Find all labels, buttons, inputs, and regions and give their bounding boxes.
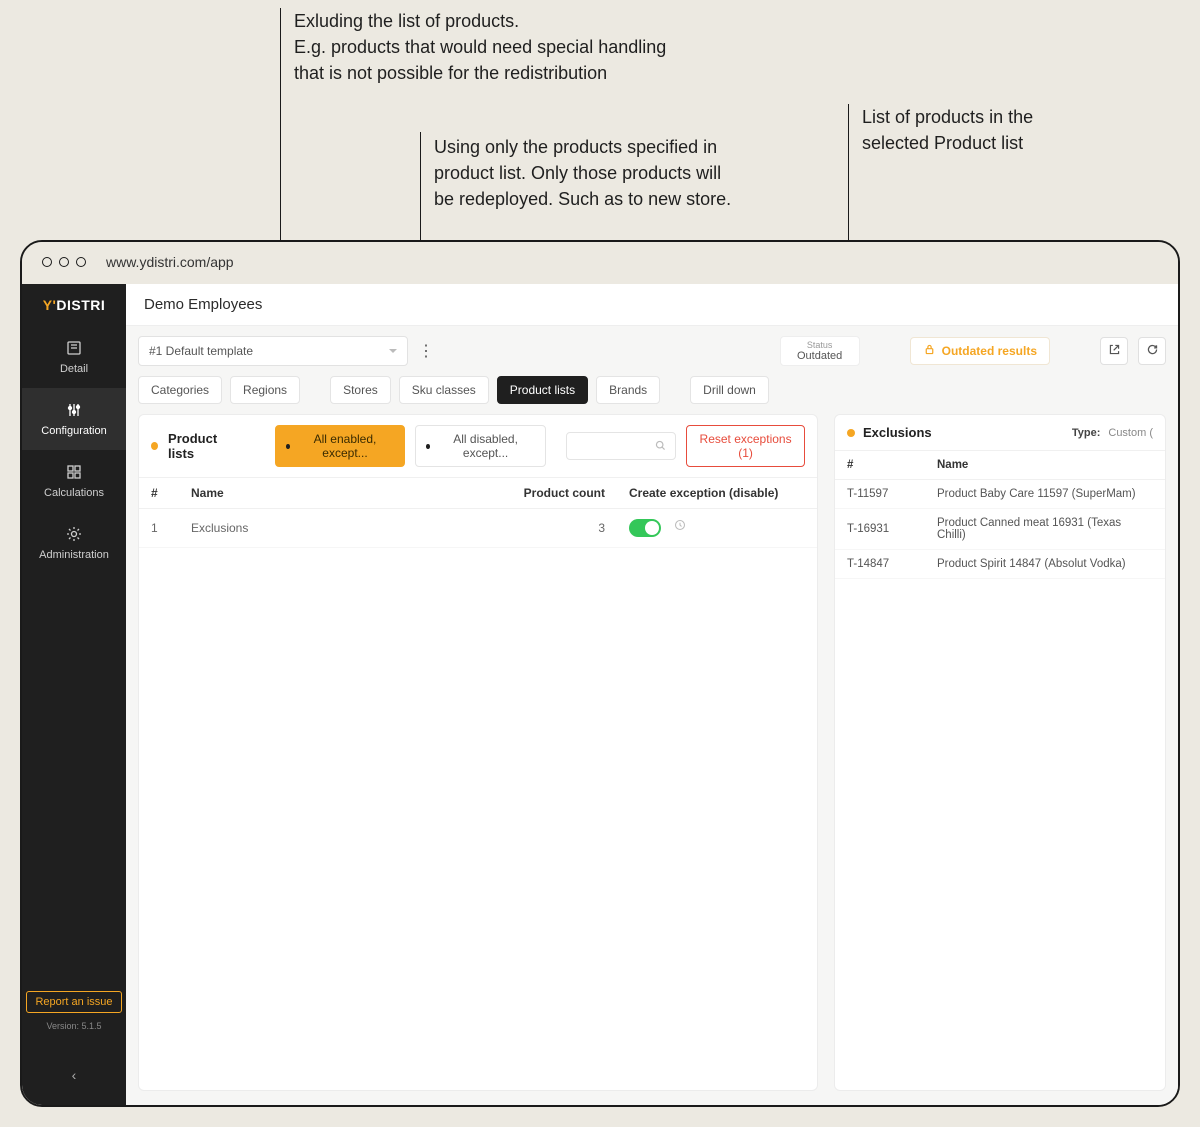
nav-label: Administration: [39, 549, 109, 561]
row-id: T-16931: [835, 509, 925, 550]
browser-frame: www.ydistri.com/app Y'DISTRI Detail C: [20, 240, 1180, 1107]
detail-icon: [65, 339, 83, 357]
row-name: Product Canned meat 16931 (Texas Chilli): [925, 509, 1165, 550]
lock-icon: [923, 343, 936, 359]
panel-indicator-dot: [847, 429, 855, 437]
panel-title: Product lists: [168, 431, 237, 461]
panel-title: Exclusions: [863, 425, 932, 440]
col-index: #: [139, 478, 179, 509]
bullet-icon: [286, 444, 290, 449]
tab-product-lists[interactable]: Product lists: [497, 376, 588, 404]
row-name: Exclusions: [179, 509, 507, 548]
table-row[interactable]: T-16931 Product Canned meat 16931 (Texas…: [835, 509, 1165, 550]
refresh-icon: [1146, 343, 1159, 359]
col-name: Name: [925, 451, 1165, 480]
outdated-results-pill[interactable]: Outdated results: [910, 337, 1050, 365]
search-icon: [654, 439, 667, 455]
row-index: 1: [139, 509, 179, 548]
status-value: Outdated: [795, 350, 845, 362]
address-bar[interactable]: www.ydistri.com/app: [106, 254, 234, 270]
tab-brands[interactable]: Brands: [596, 376, 660, 404]
col-count: Product count: [507, 478, 617, 509]
brand-logo: Y'DISTRI: [22, 284, 126, 326]
nav-label: Detail: [60, 363, 88, 375]
tab-drill-down[interactable]: Drill down: [690, 376, 769, 404]
col-name: Name: [179, 478, 507, 509]
table-row[interactable]: T-14847 Product Spirit 14847 (Absolut Vo…: [835, 550, 1165, 579]
type-label: Type:: [1072, 427, 1101, 439]
template-value: #1 Default template: [149, 344, 253, 358]
reset-exceptions-button[interactable]: Reset exceptions (1): [686, 425, 805, 467]
chevron-left-icon: ‹: [72, 1067, 77, 1083]
template-select[interactable]: #1 Default template: [138, 336, 408, 366]
collapse-sidebar-button[interactable]: ‹: [22, 1057, 126, 1093]
callout-c: List of products in the selected Product…: [862, 104, 1122, 156]
mode-all-disabled-button[interactable]: All disabled, except...: [415, 425, 546, 467]
col-exception: Create exception (disable): [617, 478, 817, 509]
bullet-icon: [426, 444, 430, 449]
row-id: T-11597: [835, 480, 925, 509]
table-row[interactable]: 1 Exclusions 3: [139, 509, 817, 548]
nav-configuration[interactable]: Configuration: [22, 388, 126, 450]
panel-indicator-dot: [151, 442, 158, 450]
kebab-menu[interactable]: ⋮: [418, 341, 434, 361]
tab-stores[interactable]: Stores: [330, 376, 391, 404]
header: Demo Employees: [126, 284, 1178, 326]
search-input[interactable]: [566, 432, 676, 460]
exception-toggle[interactable]: [629, 519, 661, 537]
nav-calculations[interactable]: Calculations: [22, 450, 126, 512]
history-icon[interactable]: [674, 520, 686, 534]
refresh-button[interactable]: [1138, 337, 1166, 365]
report-issue-button[interactable]: Report an issue: [26, 991, 121, 1013]
mode-disabled-label: All disabled, except...: [436, 432, 535, 460]
type-value: Custom (: [1108, 427, 1153, 439]
external-link-icon: [1108, 343, 1121, 359]
mode-all-enabled-button[interactable]: All enabled, except...: [275, 425, 405, 467]
tab-regions[interactable]: Regions: [230, 376, 300, 404]
nav-administration[interactable]: Administration: [22, 512, 126, 574]
nav-label: Configuration: [41, 425, 106, 437]
traffic-lights: [42, 257, 86, 267]
open-external-button[interactable]: [1100, 337, 1128, 365]
exclusions-panel: Exclusions Type: Custom ( # Name: [834, 414, 1166, 1091]
callout-a: Exluding the list of products. E.g. prod…: [294, 8, 734, 86]
mode-enabled-label: All enabled, except...: [296, 432, 393, 460]
page-title: Demo Employees: [144, 296, 262, 313]
gear-icon: [65, 525, 83, 543]
row-count: 3: [507, 509, 617, 548]
status-box: Status Outdated: [780, 336, 860, 366]
row-name: Product Spirit 14847 (Absolut Vodka): [925, 550, 1165, 579]
nav-label: Calculations: [44, 487, 104, 499]
tab-categories[interactable]: Categories: [138, 376, 222, 404]
browser-toolbar: www.ydistri.com/app: [22, 242, 1178, 282]
product-lists-panel: Product lists All enabled, except... All…: [138, 414, 818, 1091]
outdated-label: Outdated results: [942, 344, 1037, 358]
sidebar: Y'DISTRI Detail Configuration: [22, 284, 126, 1105]
row-name: Product Baby Care 11597 (SuperMam): [925, 480, 1165, 509]
exclusions-table: # Name T-11597 Product Baby Care 11597 (…: [835, 451, 1165, 579]
table-row[interactable]: T-11597 Product Baby Care 11597 (SuperMa…: [835, 480, 1165, 509]
product-lists-table: # Name Product count Create exception (d…: [139, 478, 817, 548]
tab-sku-classes[interactable]: Sku classes: [399, 376, 489, 404]
grid-icon: [65, 463, 83, 481]
col-index: #: [835, 451, 925, 480]
nav-detail[interactable]: Detail: [22, 326, 126, 388]
row-id: T-14847: [835, 550, 925, 579]
status-label: Status: [795, 340, 845, 350]
callout-b: Using only the products specified in pro…: [434, 134, 834, 212]
version-label: Version: 5.1.5: [46, 1021, 101, 1031]
sliders-icon: [65, 401, 83, 419]
